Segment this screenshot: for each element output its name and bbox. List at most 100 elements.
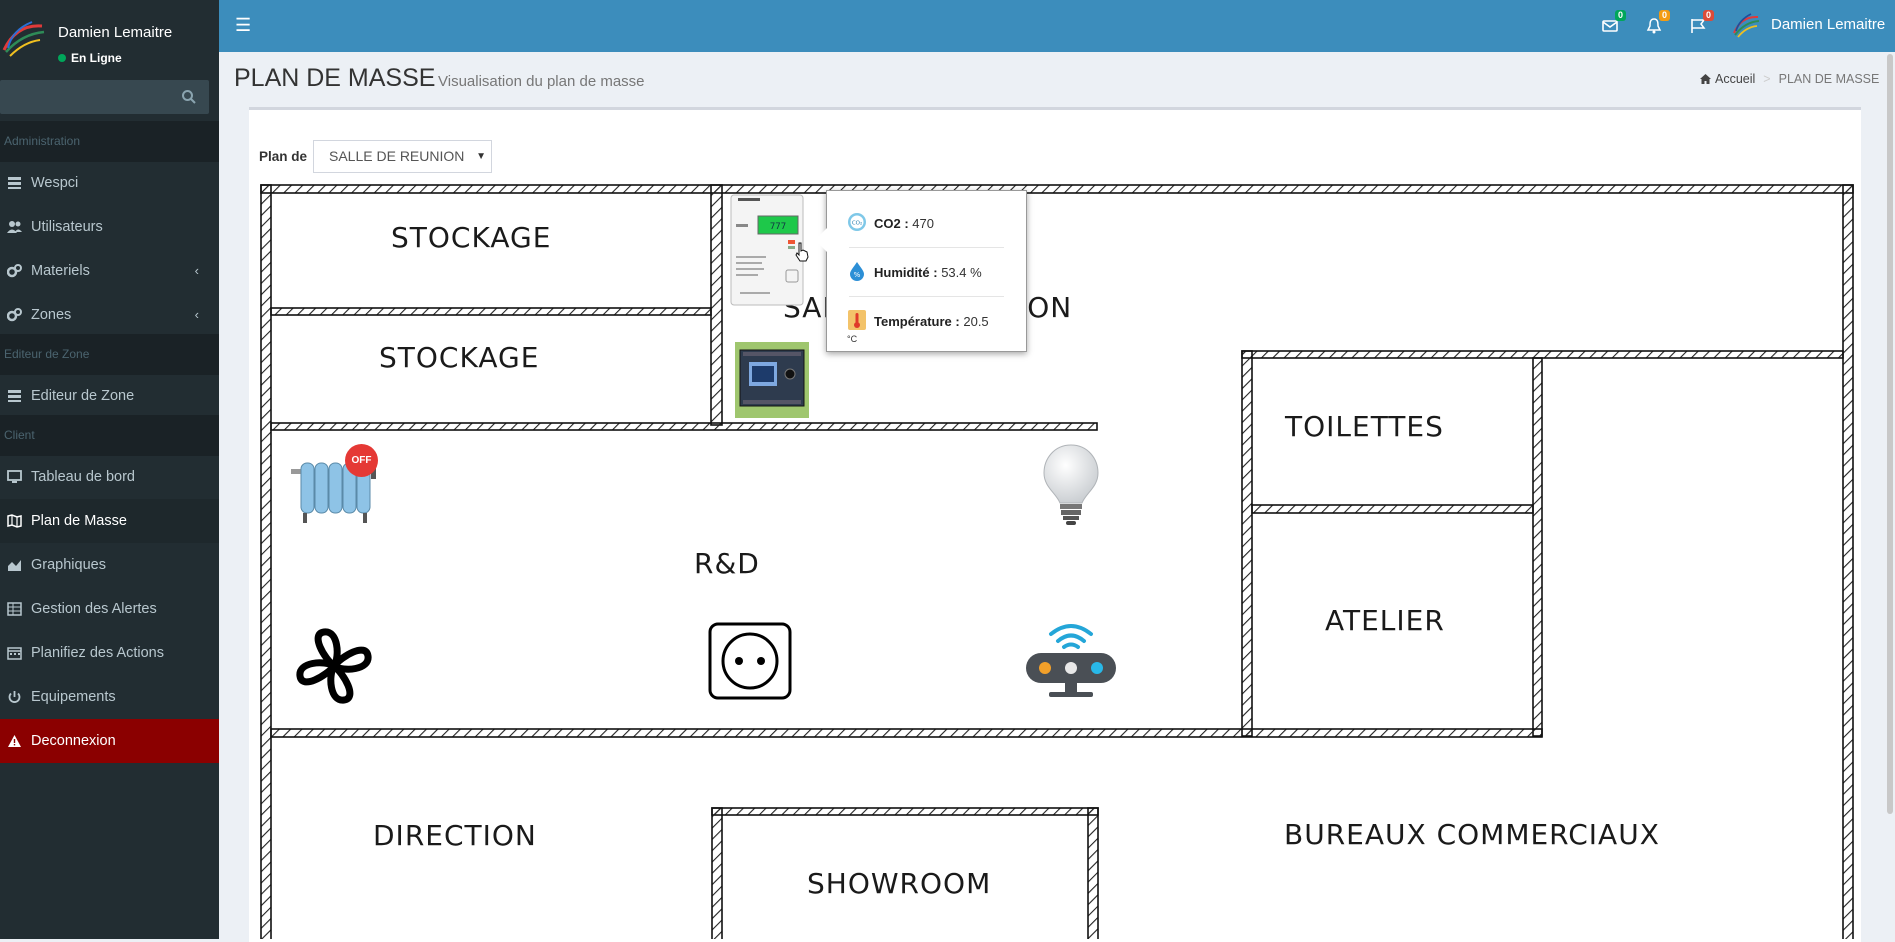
- room-label-bureaux-commerciaux: BUREAUX COMMERCIAUX: [1284, 818, 1660, 851]
- warning-icon: [8, 735, 21, 747]
- radiator-off-badge[interactable]: OFF: [345, 444, 378, 477]
- sidebar-item-label: Materiels: [31, 263, 90, 279]
- user-avatar[interactable]: [1733, 13, 1759, 39]
- messages-button[interactable]: 0: [1600, 10, 1626, 37]
- chevron-left-icon: ‹: [194, 307, 199, 322]
- sidebar-item-graphiques[interactable]: Graphiques: [0, 543, 219, 587]
- temperature-label: Température :: [874, 314, 960, 329]
- breadcrumb-home-label: Accueil: [1715, 72, 1756, 86]
- home-icon: [1700, 74, 1711, 84]
- company-logo: [2, 21, 45, 57]
- plan-select-value: SALLE DE REUNION: [329, 148, 464, 164]
- breadcrumb-current: PLAN DE MASSE: [1778, 72, 1880, 86]
- sidebar-item-gestion-alertes[interactable]: Gestion des Alertes: [0, 587, 219, 631]
- cogs-icon: [7, 264, 22, 278]
- menu-header-editeur-zone: Editeur de Zone: [0, 334, 219, 375]
- svg-text:CO₂: CO₂: [852, 221, 862, 227]
- light-bulb-icon[interactable]: [1040, 443, 1102, 527]
- sidebar-item-label: Utilisateurs: [31, 219, 103, 235]
- topbar-user-name[interactable]: Damien Lemaitre: [1771, 16, 1885, 33]
- online-dot-icon: [58, 53, 66, 62]
- page-title: PLAN DE MASSE: [234, 64, 436, 92]
- sidebar-item-editeur-de-zone[interactable]: Editeur de Zone: [0, 374, 219, 418]
- calendar-icon: [7, 647, 22, 660]
- notifications-button[interactable]: 0: [1644, 10, 1670, 37]
- sidebar-item-label: Editeur de Zone: [31, 388, 135, 404]
- tooltip-separator: [849, 247, 1004, 248]
- svg-text:%: %: [854, 271, 861, 279]
- room-label-toilettes: TOILETTES: [1285, 410, 1444, 443]
- flags-button[interactable]: 0: [1688, 10, 1714, 37]
- wifi-hub-icon[interactable]: [1023, 620, 1119, 700]
- hand-cursor-icon: [795, 242, 809, 262]
- co2-label: CO2 :: [874, 216, 909, 231]
- room-label-atelier: ATELIER: [1325, 604, 1445, 637]
- server-icon: [8, 390, 21, 402]
- users-icon: [7, 221, 22, 233]
- humidity-reading: Humidité : 53.4 %: [874, 265, 982, 280]
- floor-plan: STOCKAGE STOCKAGE SALLE DE REUNION TOILE…: [259, 183, 1855, 939]
- sidebar-item-equipements[interactable]: Equipements: [0, 675, 219, 719]
- sidebar-item-label: Equipements: [31, 689, 116, 705]
- thermometer-icon: [848, 310, 866, 330]
- sidebar-item-label: Plan de Masse: [31, 513, 127, 529]
- thermostat-sensor-icon[interactable]: 777: [730, 194, 804, 306]
- room-label-direction: DIRECTION: [373, 819, 537, 852]
- sidebar-item-label: Zones: [31, 307, 72, 323]
- sidebar-search: [0, 80, 209, 114]
- page-scrollbar[interactable]: [1887, 54, 1893, 814]
- sidebar-item-deconnexion[interactable]: Deconnexion: [0, 719, 219, 763]
- area-chart-icon: [8, 560, 21, 571]
- user-status: En Ligne: [58, 51, 122, 65]
- sidebar-item-zones[interactable]: Zones ‹: [0, 293, 219, 337]
- co2-value: 470: [912, 216, 934, 231]
- sensor-tooltip: CO₂ CO2 : 470 % Humidité : 53.4 % Tempér…: [815, 190, 1027, 352]
- fan-icon[interactable]: [296, 628, 372, 704]
- humidity-value: 53.4 %: [941, 265, 982, 280]
- cogs-icon: [7, 308, 22, 322]
- humidity-icon: %: [850, 262, 864, 281]
- sidebar-item-plan-de-masse[interactable]: Plan de Masse: [0, 499, 219, 543]
- chevron-left-icon: ‹: [194, 263, 199, 278]
- sidebar: Damien Lemaitre En Ligne Administration …: [0, 0, 219, 939]
- controller-device-icon[interactable]: [735, 342, 809, 418]
- co2-icon: CO₂: [848, 213, 866, 231]
- temperature-reading: Température : 20.5: [874, 314, 989, 329]
- sidebar-item-label: Gestion des Alertes: [31, 601, 157, 617]
- search-input[interactable]: [0, 80, 186, 112]
- caret-down-icon: ▼: [476, 151, 486, 162]
- sidebar-item-wespci[interactable]: Wespci: [0, 161, 219, 205]
- breadcrumb-home[interactable]: Accueil: [1700, 72, 1755, 86]
- sidebar-item-label: Tableau de bord: [31, 469, 135, 485]
- power-outlet-icon[interactable]: [708, 622, 792, 700]
- sidebar-toggle-icon[interactable]: ☰: [235, 16, 253, 34]
- monitor-icon: [7, 470, 22, 483]
- plan-select-label: Plan de: [259, 149, 308, 164]
- table-icon: [7, 602, 22, 616]
- breadcrumb-separator: >: [1763, 72, 1771, 86]
- sidebar-item-tableau-de-bord[interactable]: Tableau de bord: [0, 455, 219, 499]
- sidebar-item-planifiez-actions[interactable]: Planifiez des Actions: [0, 631, 219, 675]
- tooltip-separator: [849, 296, 1004, 297]
- temperature-value: 20.5: [963, 314, 989, 329]
- svg-text:777: 777: [770, 222, 786, 232]
- room-label-showroom: SHOWROOM: [807, 867, 992, 900]
- plan-select[interactable]: SALLE DE REUNION ▼: [313, 140, 492, 173]
- page-subtitle: Visualisation du plan de masse: [438, 73, 645, 90]
- co2-reading: CO2 : 470: [874, 216, 934, 231]
- sidebar-item-label: Wespci: [31, 175, 79, 191]
- menu-header-client: Client: [0, 415, 219, 456]
- server-icon: [8, 177, 21, 189]
- sidebar-item-label: Deconnexion: [31, 733, 116, 749]
- power-icon: [8, 691, 21, 703]
- room-label-stockage: STOCKAGE: [391, 221, 552, 254]
- messages-badge: 0: [1614, 10, 1626, 21]
- map-icon: [7, 514, 22, 528]
- humidity-label: Humidité :: [874, 265, 938, 280]
- notifications-badge: 0: [1658, 10, 1670, 21]
- sidebar-item-materiels[interactable]: Materiels ‹: [0, 249, 219, 293]
- search-icon[interactable]: [181, 89, 197, 105]
- user-name: Damien Lemaitre: [58, 24, 173, 41]
- user-status-text: En Ligne: [71, 51, 122, 65]
- sidebar-item-utilisateurs[interactable]: Utilisateurs: [0, 205, 219, 249]
